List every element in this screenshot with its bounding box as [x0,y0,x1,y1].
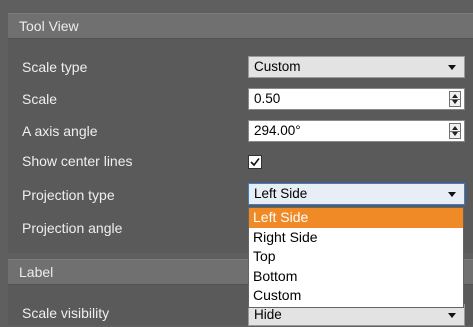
a-axis-angle-spinner[interactable] [449,123,461,139]
a-axis-angle-label: A axis angle [22,123,98,139]
projection-angle-label: Projection angle [22,220,123,236]
chevron-down-icon [448,313,456,318]
spin-up-icon [452,94,458,98]
scale-value: 0.50 [254,91,281,106]
projection-type-dropdown-list: Left Side Right Side Top Bottom Custom [248,207,464,308]
a-axis-angle-value: 294.00° [254,123,301,138]
dropdown-option-custom[interactable]: Custom [249,286,463,306]
scale-visibility-value: Hide [254,307,282,322]
scale-spinner[interactable] [449,91,461,107]
tool-view-header-label: Tool View [19,18,79,34]
scale-type-combo[interactable]: Custom [248,56,465,78]
tool-view-header[interactable]: Tool View [8,13,473,39]
scale-type-label: Scale type [22,59,88,75]
spin-down-icon [452,100,458,104]
scale-visibility-label: Scale visibility [22,305,110,321]
scale-input[interactable]: 0.50 [248,88,465,110]
spin-up-icon [452,126,458,130]
checkmark-icon [250,158,260,167]
dropdown-option-bottom[interactable]: Bottom [249,267,463,287]
projection-type-value: Left Side [254,186,308,201]
scale-label: Scale [22,91,58,107]
scale-type-value: Custom [254,59,301,74]
chevron-down-icon [448,192,456,197]
label-section-header-label: Label [19,264,54,280]
projection-type-label: Projection type [22,187,115,203]
dropdown-option-left-side[interactable]: Left Side [249,208,463,228]
projection-type-combo[interactable]: Left Side [248,183,465,205]
show-center-lines-label: Show center lines [22,153,133,169]
dropdown-option-right-side[interactable]: Right Side [249,228,463,248]
a-axis-angle-input[interactable]: 294.00° [248,120,465,142]
show-center-lines-checkbox[interactable] [248,155,262,169]
chevron-down-icon [448,65,456,70]
dropdown-option-top[interactable]: Top [249,247,463,267]
spin-down-icon [452,132,458,136]
